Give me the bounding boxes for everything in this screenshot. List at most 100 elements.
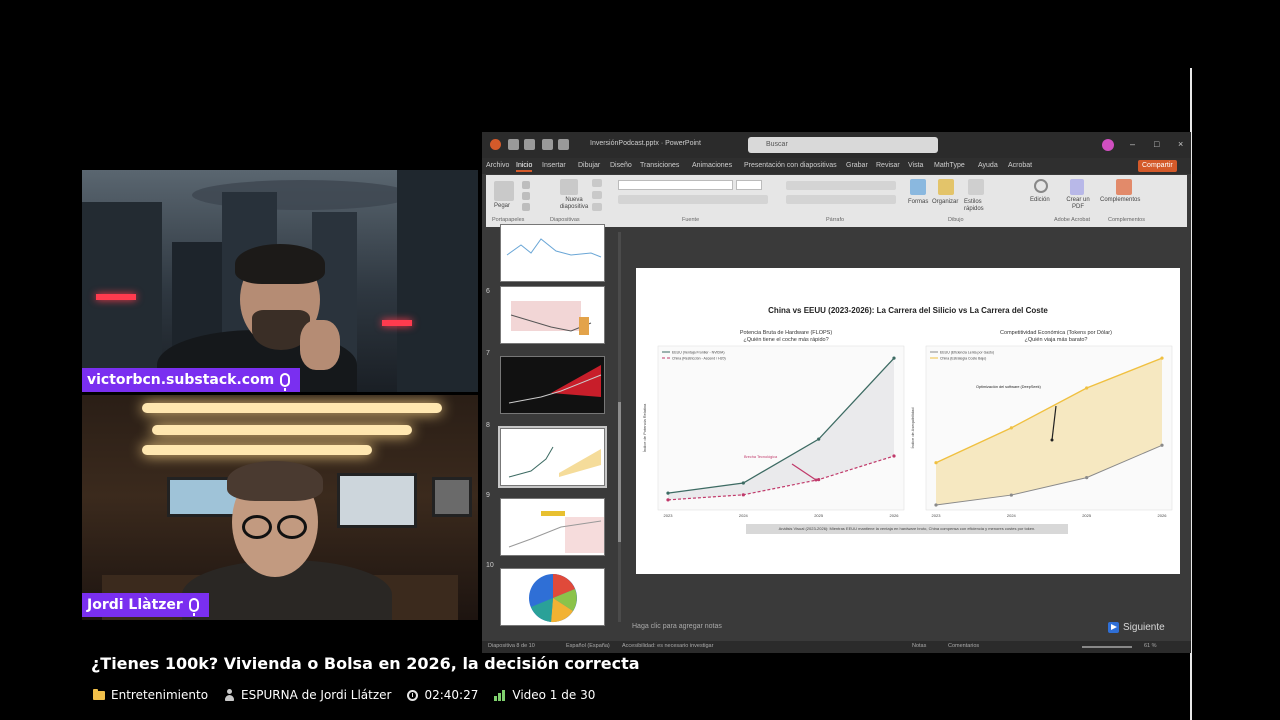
- font-size-field[interactable]: [736, 180, 762, 190]
- tab-transiciones[interactable]: Transiciones: [640, 162, 679, 169]
- tab-vista[interactable]: Vista: [908, 162, 923, 169]
- next-button[interactable]: Siguiente: [1108, 622, 1165, 633]
- thumbnails-scrollbar[interactable]: [618, 232, 621, 622]
- minimize-icon[interactable]: –: [1130, 139, 1135, 149]
- tab-insertar[interactable]: Insertar: [542, 162, 566, 169]
- undo-icon[interactable]: [524, 139, 535, 150]
- shapes-icon[interactable]: [910, 179, 926, 195]
- webcam-host-2: Jordi Llàtzer: [82, 395, 478, 620]
- ceiling-light: [142, 445, 372, 455]
- slide-thumbnail[interactable]: [500, 286, 605, 344]
- data-point: [1160, 356, 1164, 360]
- slide-number: 9: [486, 492, 490, 499]
- duration-label: 02:40:27: [424, 688, 479, 702]
- group-dibujo: Dibujo: [948, 217, 964, 223]
- x-tick-label: 2023: [932, 513, 942, 518]
- cut-icon[interactable]: [522, 181, 530, 189]
- notes-placeholder[interactable]: Haga clic para agregar notas: [632, 623, 722, 630]
- slide-thumbnail-selected[interactable]: [498, 426, 607, 488]
- close-icon[interactable]: ×: [1178, 139, 1183, 149]
- alignment-buttons[interactable]: [786, 195, 896, 204]
- save-icon[interactable]: [508, 139, 519, 150]
- y-axis-label: Índice de Potencia Relativa: [642, 403, 647, 452]
- slide-thumbnail[interactable]: [500, 356, 605, 414]
- video-player[interactable]: victorbcn.substack.com Jordi Llàtzer Inv…: [0, 0, 1280, 720]
- group-parrafo: Párrafo: [826, 217, 845, 223]
- slide-thumbnail[interactable]: [500, 498, 605, 556]
- copy-icon[interactable]: [522, 192, 530, 200]
- arrange-label: Organizar: [932, 199, 959, 205]
- x-tick-label: 2024: [739, 513, 749, 518]
- search-input[interactable]: Buscar: [748, 137, 938, 153]
- slide-number: 8: [486, 422, 490, 429]
- reset-icon[interactable]: [592, 191, 602, 199]
- data-point: [741, 481, 745, 485]
- tab-mathtype[interactable]: MathType: [934, 162, 965, 169]
- status-slide-count: Diapositiva 8 de 10: [488, 643, 535, 649]
- tab-animaciones[interactable]: Animaciones: [692, 162, 732, 169]
- find-icon[interactable]: [1034, 179, 1048, 193]
- font-format-buttons[interactable]: [618, 195, 768, 204]
- quick-styles-icon[interactable]: [968, 179, 984, 195]
- status-accessibility[interactable]: Accesibilidad: es necesario investigar: [622, 643, 713, 649]
- neon-sign: [96, 294, 136, 300]
- slide-thumbnail[interactable]: [500, 224, 605, 282]
- neon-sign: [382, 320, 412, 326]
- host-hand: [300, 320, 340, 370]
- status-notes-button[interactable]: Notas: [912, 643, 926, 649]
- slide-canvas[interactable]: China vs EEUU (2023-2026): La Carrera de…: [636, 268, 1180, 574]
- next-label: Siguiente: [1123, 622, 1165, 633]
- name-tag-label: Jordi Llàtzer: [87, 597, 183, 613]
- share-button[interactable]: Compartir: [1138, 160, 1177, 172]
- data-point: [1009, 426, 1013, 430]
- tab-diseno[interactable]: Diseño: [610, 162, 632, 169]
- status-comments-button[interactable]: Comentarios: [948, 643, 979, 649]
- section-icon[interactable]: [592, 203, 602, 211]
- new-slide-icon[interactable]: [560, 179, 578, 195]
- status-language[interactable]: Español (España): [566, 643, 610, 649]
- group-complementos: Complementos: [1108, 217, 1145, 223]
- quick-styles-label: Estilos rápidos: [964, 199, 984, 212]
- monitor-screen: [337, 473, 417, 528]
- user-avatar[interactable]: [1102, 139, 1114, 151]
- title-bar: InversiónPodcast.pptx · PowerPoint Busca…: [482, 132, 1191, 158]
- x-tick-label: 2025: [1082, 513, 1092, 518]
- create-pdf-icon[interactable]: [1070, 179, 1084, 195]
- powerpoint-logo-icon: [490, 139, 501, 150]
- category-label: Entretenimiento: [111, 688, 209, 702]
- present-icon[interactable]: [558, 139, 569, 150]
- tab-grabar[interactable]: Grabar: [846, 162, 868, 169]
- addins-icon[interactable]: [1116, 179, 1132, 195]
- tab-revisar[interactable]: Revisar: [876, 162, 900, 169]
- zoom-slider[interactable]: [1082, 646, 1132, 648]
- thumb-dark-chart: [508, 365, 602, 404]
- channel-item[interactable]: ESPURNA de Jordi Llátzer: [224, 688, 391, 702]
- paragraph-buttons[interactable]: [786, 181, 896, 190]
- category-item[interactable]: Entretenimiento: [93, 688, 208, 702]
- slide-thumbnail[interactable]: [500, 568, 605, 626]
- paste-icon[interactable]: [494, 181, 514, 201]
- background-building: [397, 170, 478, 392]
- new-slide-label: Nueva diapositiva: [559, 197, 589, 210]
- font-name-field[interactable]: [618, 180, 733, 190]
- tab-acrobat[interactable]: Acrobat: [1008, 162, 1032, 169]
- tab-archivo[interactable]: Archivo: [486, 162, 509, 169]
- annotation-arrow-head: [1050, 438, 1054, 442]
- thumb-line-chart: [506, 238, 602, 258]
- tab-ayuda[interactable]: Ayuda: [978, 162, 998, 169]
- tab-presentacion[interactable]: Presentación con diapositivas: [744, 162, 837, 169]
- layout-icon[interactable]: [592, 179, 602, 187]
- slide-number: 6: [486, 288, 490, 295]
- data-point: [1009, 493, 1013, 497]
- data-point: [892, 356, 896, 360]
- bar-chart-icon: [494, 689, 506, 701]
- tab-dibujar[interactable]: Dibujar: [578, 162, 600, 169]
- glasses-left-lens: [242, 515, 272, 539]
- tab-inicio[interactable]: Inicio: [516, 162, 533, 172]
- arrange-icon[interactable]: [938, 179, 954, 195]
- status-zoom[interactable]: 61 %: [1144, 643, 1157, 649]
- maximize-icon[interactable]: □: [1154, 139, 1159, 149]
- redo-icon[interactable]: [542, 139, 553, 150]
- chart-annotation: Optimización del software (DeepSeek): [976, 385, 1042, 389]
- format-painter-icon[interactable]: [522, 203, 530, 211]
